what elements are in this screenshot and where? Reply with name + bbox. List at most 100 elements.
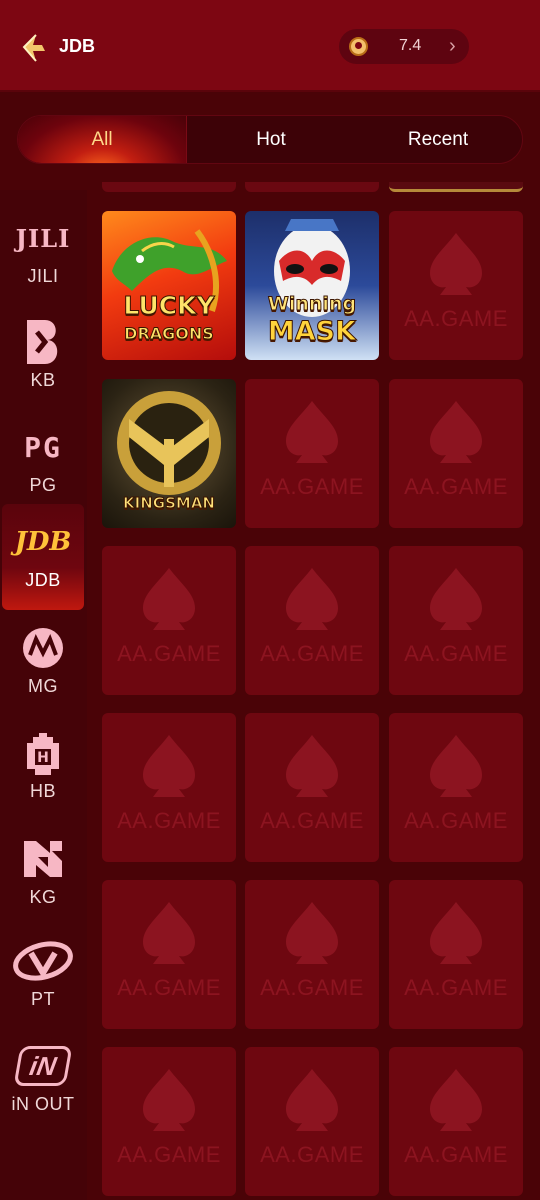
game-card-placeholder[interactable]: AA.GAME — [102, 713, 236, 862]
game-card-partial[interactable] — [245, 182, 379, 192]
placeholder-brand-text: AA.GAME — [117, 975, 221, 1000]
sidebar-item-label: KB — [30, 370, 56, 390]
placeholder-brand-text: AA.GAME — [260, 808, 364, 833]
jili-logo-icon: JILI — [13, 214, 73, 262]
spade-logo-icon — [286, 735, 338, 797]
spade-logo-icon — [430, 902, 482, 964]
game-title-line2: DRAGONS — [124, 324, 215, 344]
game-card-partial[interactable] — [389, 182, 523, 192]
placeholder-brand-text: AA.GAME — [404, 474, 508, 499]
in-out-logo-icon: iN — [13, 1042, 73, 1090]
game-card-placeholder[interactable]: AA.GAME — [389, 1047, 523, 1196]
game-card-placeholder[interactable]: AA.GAME — [102, 1047, 236, 1196]
placeholder-brand-text: AA.GAME — [404, 975, 508, 1000]
pt-logo-icon — [13, 937, 73, 985]
tab-recent[interactable]: Recent — [354, 116, 522, 163]
sidebar-item-jili[interactable]: JILI JILI — [2, 200, 84, 303]
jdb-logo-icon: JDB — [13, 518, 73, 566]
spade-logo-icon — [286, 401, 338, 463]
kg-logo-icon — [13, 835, 73, 883]
placeholder-brand-text: AA.GAME — [260, 474, 364, 499]
jdb-logo-text: JDB — [14, 527, 72, 557]
game-card-placeholder[interactable]: AA.GAME — [102, 880, 236, 1029]
game-card-placeholder[interactable]: AA.GAME — [389, 211, 523, 360]
game-card-placeholder[interactable]: AA.GAME — [245, 546, 379, 695]
tab-hot[interactable]: Hot — [187, 116, 355, 163]
kb-logo-icon — [13, 318, 73, 366]
sidebar-item-kb[interactable]: KB — [2, 304, 84, 407]
hb-logo-icon: H — [13, 729, 73, 777]
game-title-line1: Winning — [267, 293, 357, 316]
pg-logo-text: PG — [24, 430, 62, 464]
placeholder-brand-text: AA.GAME — [117, 808, 221, 833]
placeholder-brand-text: AA.GAME — [404, 808, 508, 833]
game-card-placeholder[interactable]: AA.GAME — [389, 880, 523, 1029]
game-grid: LUCKY DRAGONS Winning MASK AA.GAME KINGS… — [90, 165, 540, 1200]
category-tabs: All Hot Recent — [17, 115, 523, 164]
sidebar-item-pg[interactable]: PG PG — [2, 409, 84, 512]
game-title-line1: LUCKY — [123, 291, 215, 321]
sidebar-item-jdb[interactable]: JDB JDB — [2, 504, 84, 610]
sidebar-item-mg[interactable]: MG — [2, 610, 84, 713]
tab-all[interactable]: All — [18, 116, 186, 163]
game-card-placeholder[interactable]: AA.GAME — [245, 713, 379, 862]
spade-logo-icon — [430, 401, 482, 463]
placeholder-brand-text: AA.GAME — [260, 1142, 364, 1167]
placeholder-brand-text: AA.GAME — [404, 641, 508, 666]
spade-logo-icon — [430, 568, 482, 630]
game-card-placeholder[interactable]: AA.GAME — [245, 1047, 379, 1196]
game-card-placeholder[interactable]: AA.GAME — [245, 880, 379, 1029]
sidebar-item-pt[interactable]: PT — [2, 923, 84, 1026]
jili-logo-text: JILI — [15, 223, 71, 253]
page-title: JDB — [59, 36, 96, 56]
provider-sidebar: JILI JILI KB PG PG JDB JDB MG H HB KG PT… — [0, 190, 87, 1200]
back-arrow-icon[interactable] — [20, 33, 50, 63]
spade-logo-icon — [430, 233, 482, 295]
balance-value: 7.4 — [399, 37, 422, 54]
spade-logo-icon — [143, 735, 195, 797]
pg-logo-icon: PG — [13, 423, 73, 471]
header-bar: JDB 7.4 › — [0, 0, 540, 92]
sidebar-item-label: iN OUT — [11, 1094, 75, 1114]
spade-logo-icon — [286, 568, 338, 630]
game-card-placeholder[interactable]: AA.GAME — [389, 713, 523, 862]
game-card-placeholder[interactable]: AA.GAME — [389, 379, 523, 528]
game-title-line1: KINGSMAN — [123, 494, 216, 513]
game-title-line2: MASK — [267, 316, 357, 348]
game-card-kingsman[interactable]: KINGSMAN — [102, 379, 236, 528]
svg-text:H: H — [37, 750, 49, 766]
game-card-placeholder[interactable]: AA.GAME — [102, 546, 236, 695]
balance-pill[interactable]: 7.4 › — [339, 29, 469, 64]
in-out-logo-text: iN — [27, 1050, 59, 1081]
coin-icon — [349, 37, 368, 56]
placeholder-brand-text: AA.GAME — [117, 1142, 221, 1167]
spade-logo-icon — [430, 735, 482, 797]
chevron-right-icon: › — [449, 35, 456, 57]
spade-logo-icon — [286, 1069, 338, 1131]
sidebar-item-label: HB — [29, 781, 56, 801]
placeholder-brand-text: AA.GAME — [404, 306, 508, 331]
sidebar-item-label: PT — [30, 989, 55, 1009]
sidebar-item-label: KG — [29, 887, 57, 907]
game-card-lucky-dragons[interactable]: LUCKY DRAGONS — [102, 211, 236, 360]
game-card-winning-mask[interactable]: Winning MASK — [245, 211, 379, 360]
spade-logo-icon — [143, 1069, 195, 1131]
sidebar-item-label: JDB — [25, 570, 61, 590]
spade-logo-icon — [430, 1069, 482, 1131]
placeholder-brand-text: AA.GAME — [260, 975, 364, 1000]
game-card-placeholder[interactable]: AA.GAME — [389, 546, 523, 695]
spade-logo-icon — [143, 902, 195, 964]
placeholder-brand-text: AA.GAME — [404, 1142, 508, 1167]
sidebar-item-label: MG — [28, 676, 58, 696]
mg-logo-icon — [13, 624, 73, 672]
placeholder-brand-text: AA.GAME — [117, 641, 221, 666]
sidebar-item-kg[interactable]: KG — [2, 821, 84, 924]
game-card-placeholder[interactable]: AA.GAME — [245, 379, 379, 528]
spade-logo-icon — [286, 902, 338, 964]
placeholder-brand-text: AA.GAME — [260, 641, 364, 666]
sidebar-item-label: PG — [29, 475, 57, 495]
sidebar-item-label: JILI — [27, 266, 59, 286]
game-card-partial[interactable] — [102, 182, 236, 192]
sidebar-item-hb[interactable]: H HB — [2, 715, 84, 818]
sidebar-item-in-out[interactable]: iN iN OUT — [2, 1028, 84, 1131]
